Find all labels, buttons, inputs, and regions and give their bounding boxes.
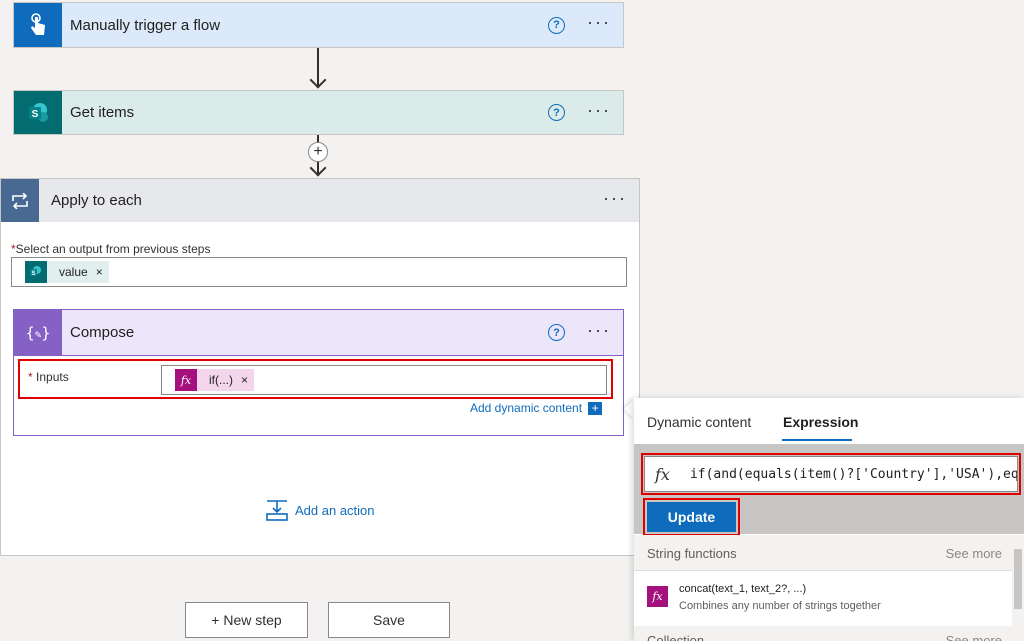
select-output-label: *Select an output from previous steps: [11, 242, 211, 256]
fx-icon: fx: [647, 586, 668, 607]
sharepoint-icon: S: [25, 261, 47, 283]
add-dynamic-plus-icon: +: [588, 401, 603, 415]
sharepoint-icon: S: [14, 91, 62, 134]
active-tab-indicator: [782, 439, 852, 441]
trigger-card[interactable]: Manually trigger a flow ? ···: [13, 2, 624, 48]
scrollbar-thumb[interactable]: [1014, 549, 1022, 609]
remove-token-icon[interactable]: ×: [96, 265, 103, 279]
add-action-icon: [266, 500, 288, 521]
see-more-link[interactable]: See more: [946, 546, 1002, 561]
compose-icon: {✎}: [14, 310, 62, 355]
expression-highlight-box: [641, 453, 1021, 495]
collection-header: Collection See more: [634, 626, 1012, 641]
help-icon[interactable]: ?: [548, 16, 566, 34]
help-icon[interactable]: ?: [548, 324, 566, 341]
value-token[interactable]: S value ×: [25, 261, 109, 283]
select-output-field[interactable]: S value ×: [11, 257, 627, 287]
apply-to-each-card[interactable]: Apply to each ···: [0, 178, 640, 223]
add-action-label: Add an action: [295, 502, 375, 518]
more-options-icon[interactable]: ···: [603, 189, 627, 209]
see-more-link[interactable]: See more: [946, 633, 1002, 641]
get-items-title: Get items: [70, 104, 135, 121]
dynamic-content-panel: Dynamic content Expression fx if(and(equ…: [634, 398, 1024, 641]
function-item-concat[interactable]: fx concat(text_1, text_2?, ...) Combines…: [634, 572, 1012, 620]
tab-expression[interactable]: Expression: [783, 414, 858, 430]
connector-arrow-head: [309, 71, 327, 89]
connector-arrow-head: [309, 159, 327, 177]
apply-to-each-title: Apply to each: [51, 192, 142, 209]
save-button[interactable]: Save: [328, 602, 450, 638]
add-dynamic-content-link[interactable]: Add dynamic content +: [470, 401, 603, 415]
touch-hand-icon: [14, 3, 62, 47]
loop-icon: [1, 179, 39, 222]
compose-header[interactable]: {✎} Compose ? ···: [13, 309, 624, 356]
function-description: Combines any number of strings together: [679, 600, 881, 612]
get-items-card[interactable]: S Get items ? ···: [13, 90, 624, 135]
update-highlight-box: [643, 498, 740, 536]
value-token-label: value: [59, 265, 88, 279]
help-icon[interactable]: ?: [548, 104, 566, 121]
more-options-icon[interactable]: ···: [587, 101, 611, 121]
svg-text:S: S: [32, 109, 39, 120]
compose-title: Compose: [70, 324, 135, 341]
more-options-icon[interactable]: ···: [587, 13, 611, 33]
trigger-title: Manually trigger a flow: [70, 16, 221, 34]
new-step-button[interactable]: + New step: [185, 602, 308, 638]
svg-text:S: S: [31, 271, 35, 277]
tab-dynamic-content[interactable]: Dynamic content: [647, 414, 751, 430]
add-action-button[interactable]: Add an action: [266, 499, 375, 521]
string-functions-header: String functions See more: [634, 535, 1012, 571]
more-options-icon[interactable]: ···: [587, 321, 611, 341]
inputs-highlight-box: [18, 359, 613, 399]
panel-scrollbar[interactable]: [1012, 535, 1024, 641]
function-name: concat(text_1, text_2?, ...): [679, 583, 807, 595]
